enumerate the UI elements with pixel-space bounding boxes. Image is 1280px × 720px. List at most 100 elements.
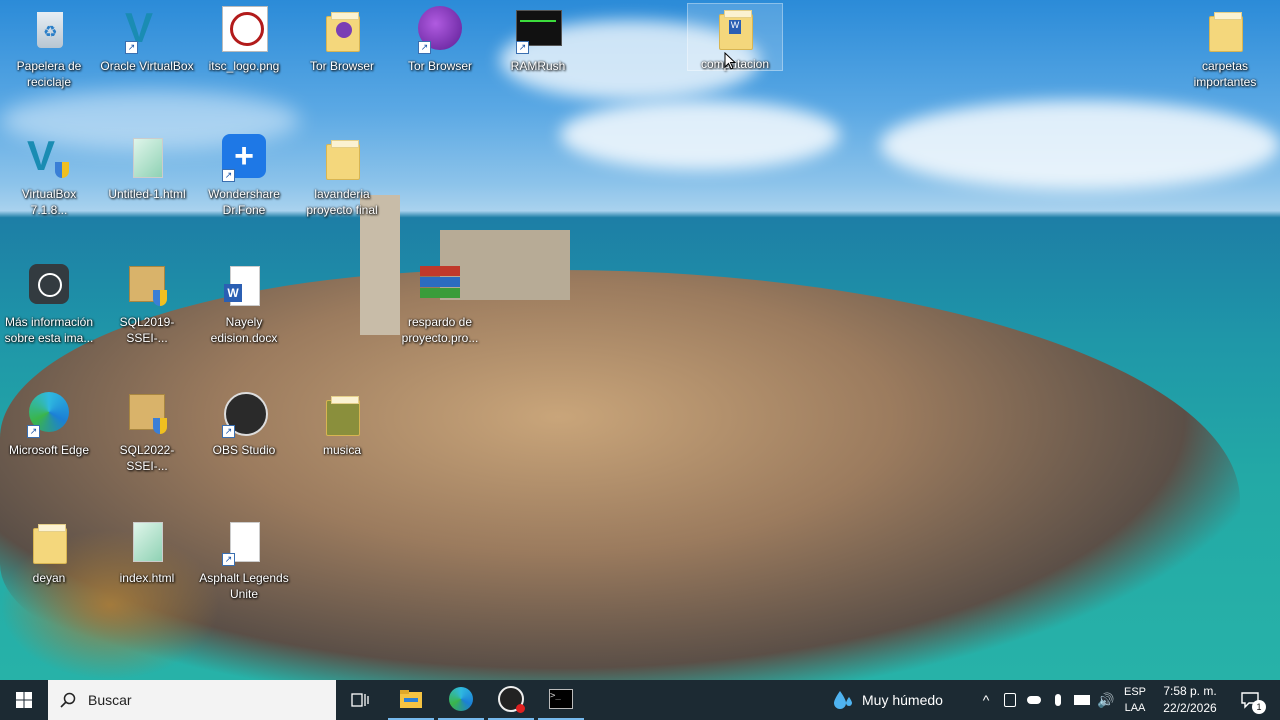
desktop-icon-lavanderia[interactable]: lavanderia proyecto final — [295, 134, 389, 218]
start-button[interactable] — [0, 680, 48, 720]
desktop-icon-tor-browser-folder[interactable]: Tor Browser — [295, 6, 389, 74]
tor-browser-icon: ↗ — [416, 6, 464, 54]
desktop-icon-itsc-logo[interactable]: itsc_logo.png — [197, 6, 291, 74]
icon-label: musica — [322, 443, 361, 457]
desktop-icon-virtualbox-installer[interactable]: V VirtualBox 7.1.8... — [2, 134, 96, 218]
tray-volume[interactable]: 🔊 — [1094, 680, 1118, 720]
cloud-icon — [1027, 696, 1041, 704]
shortcut-arrow-icon: ↗ — [418, 41, 431, 54]
desktop-icon-mas-informacion[interactable]: Más información sobre esta ima... — [2, 262, 96, 346]
task-view-button[interactable] — [338, 680, 382, 720]
icon-label: Microsoft Edge — [8, 443, 90, 457]
clock-date: 22/2/2026 — [1163, 701, 1217, 715]
folder-icon — [318, 390, 366, 438]
weather-widget[interactable]: Muy húmedo — [832, 680, 962, 720]
obs-icon — [498, 686, 525, 713]
tray-battery[interactable] — [1070, 680, 1094, 720]
shortcut-arrow-icon: ↗ — [516, 41, 529, 54]
terminal-icon: >_ — [549, 689, 573, 709]
icon-label: VirtualBox 7.1.8... — [21, 187, 77, 217]
desktop-icon-carpetas-importantes[interactable]: carpetas importantes — [1178, 6, 1272, 90]
icon-label: Más información sobre esta ima... — [4, 315, 94, 345]
taskbar-terminal[interactable]: >_ — [538, 680, 584, 720]
tray-onedrive[interactable] — [1022, 680, 1046, 720]
shortcut-arrow-icon: ↗ — [222, 169, 235, 182]
desktop[interactable]: ♻ Papelera de reciclaje V ↗ Oracle Virtu… — [0, 0, 1280, 680]
icon-label: carpetas importantes — [1193, 59, 1257, 89]
tray-meet-now[interactable] — [998, 680, 1022, 720]
clouds — [880, 100, 1280, 190]
document-shape — [133, 522, 163, 562]
taskbar: Buscar >_ Muy húmedo ^ 🔊 ESP LAA 7:58 p.… — [0, 680, 1280, 720]
desktop-icon-respaldo-proyecto[interactable]: respardo de proyecto.pro... — [393, 262, 487, 346]
taskbar-obs-studio[interactable] — [488, 680, 534, 720]
desktop-icon-asphalt-legends[interactable]: ↗ Asphalt Legends Unite — [197, 518, 291, 602]
notification-center-button[interactable]: 1 — [1232, 680, 1268, 720]
show-hidden-icons-button[interactable]: ^ — [976, 680, 996, 720]
tray-microphone[interactable] — [1046, 680, 1070, 720]
folder-icon — [25, 518, 73, 566]
blank-shortcut-icon: ↗ — [220, 518, 268, 566]
edge-icon: ↗ — [25, 390, 73, 438]
speaker-icon: 🔊 — [1097, 691, 1115, 708]
humidity-drop-icon — [834, 691, 852, 709]
icon-label: Papelera de reciclaje — [16, 59, 82, 89]
icon-label: OBS Studio — [212, 443, 276, 457]
edge-icon — [449, 687, 473, 711]
icon-label: index.html — [119, 571, 175, 585]
html-file-icon — [123, 134, 171, 182]
virtualbox-icon: V ↗ — [125, 4, 154, 54]
desktop-icon-sql2022[interactable]: SQL2022-SSEI-... — [100, 390, 194, 474]
shortcut-arrow-icon: ↗ — [222, 553, 235, 566]
desktop-icon-wondershare-drfone[interactable]: + ↗ Wondershare Dr.Fone — [197, 134, 291, 218]
icon-label: Nayely edision.docx — [210, 315, 278, 345]
icon-label: Wondershare Dr.Fone — [208, 187, 280, 217]
icon-label: Oracle VirtualBox — [100, 59, 194, 73]
document-shape — [133, 138, 163, 178]
desktop-icon-musica[interactable]: musica — [295, 390, 389, 458]
ramrush-icon: ↗ — [514, 6, 562, 54]
folder-shape — [326, 396, 360, 436]
shortcut-arrow-icon: ↗ — [222, 425, 235, 438]
chevron-up-icon: ^ — [982, 692, 990, 708]
desktop-icon-oracle-virtualbox[interactable]: V ↗ Oracle VirtualBox — [100, 6, 194, 74]
icon-label: SQL2019-SSEI-... — [119, 315, 175, 345]
shortcut-arrow-icon: ↗ — [27, 425, 40, 438]
folder-shape — [326, 140, 360, 180]
installer-box-icon — [123, 390, 171, 438]
desktop-icon-microsoft-edge[interactable]: ↗ Microsoft Edge — [2, 390, 96, 458]
html-file-icon — [123, 518, 171, 566]
taskbar-search-box[interactable]: Buscar — [48, 680, 336, 720]
folder-icon: W — [711, 4, 759, 52]
folder-icon — [318, 134, 366, 182]
camera-info-icon — [25, 262, 73, 310]
file-explorer-icon — [400, 690, 422, 708]
icon-label: Asphalt Legends Unite — [199, 571, 289, 601]
clock-time: 7:58 p. m. — [1163, 684, 1217, 698]
input-language-indicator[interactable]: ESP LAA — [1120, 680, 1150, 720]
icon-label: RAMRush — [510, 59, 566, 73]
clock[interactable]: 7:58 p. m. 22/2/2026 — [1152, 680, 1228, 720]
desktop-icon-recycle-bin[interactable]: ♻ Papelera de reciclaje — [2, 6, 96, 90]
winrar-archive-icon — [416, 262, 464, 310]
drfone-icon: + ↗ — [220, 134, 268, 182]
desktop-icon-obs-studio[interactable]: ↗ OBS Studio — [197, 390, 291, 458]
desktop-icon-nayely-docx[interactable]: W Nayely edision.docx — [197, 262, 291, 346]
desktop-icon-deyan[interactable]: deyan — [2, 518, 96, 586]
windows-logo-icon — [16, 692, 32, 708]
desktop-icon-tor-browser[interactable]: ↗ Tor Browser — [393, 6, 487, 74]
desktop-icon-sql2019[interactable]: SQL2019-SSEI-... — [100, 262, 194, 346]
taskbar-edge[interactable] — [438, 680, 484, 720]
taskbar-file-explorer[interactable] — [388, 680, 434, 720]
icon-label: Tor Browser — [309, 59, 374, 73]
virtualbox-installer-icon: V — [25, 134, 73, 182]
search-icon — [60, 692, 76, 708]
meet-now-icon — [1004, 693, 1016, 707]
icon-label: SQL2022-SSEI-... — [119, 443, 175, 473]
battery-icon — [1074, 695, 1090, 705]
clouds — [560, 100, 840, 170]
desktop-icon-untitled-html[interactable]: Untitled-1.html — [100, 134, 194, 202]
desktop-icon-ramrush[interactable]: ↗ RAMRush — [491, 6, 585, 74]
desktop-icon-index-html[interactable]: index.html — [100, 518, 194, 586]
shortcut-arrow-icon: ↗ — [125, 41, 138, 54]
